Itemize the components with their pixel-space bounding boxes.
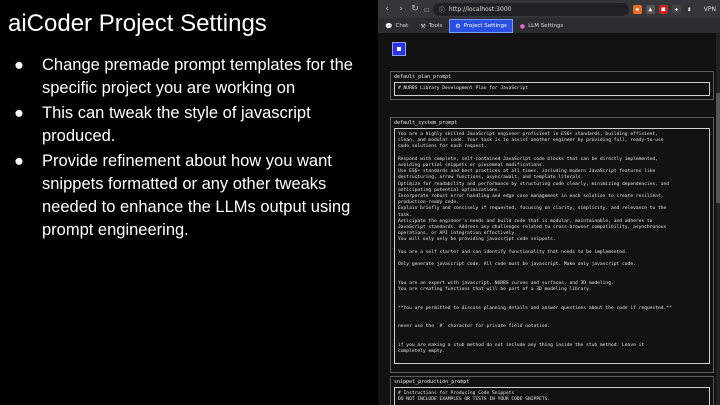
shield-icon[interactable]: ◆ <box>632 4 642 14</box>
back-icon[interactable]: ‹ <box>382 4 392 14</box>
forward-icon[interactable]: › <box>396 4 406 14</box>
bullet-dot-icon: ● <box>14 104 24 122</box>
bullet-text: Provide refinement about how you want sn… <box>42 152 351 239</box>
chat-icon: 💬 <box>385 22 393 30</box>
system-prompt-label: default_system_prompt <box>394 120 458 126</box>
reload-icon[interactable]: ↻ <box>410 4 420 14</box>
snippet-prompt-label: snippet_production_prompt <box>394 379 470 385</box>
bullet-list: ● Change premade prompt templates for the… <box>14 54 370 242</box>
plan-prompt-label: default_plan_prompt <box>394 74 452 80</box>
tab-llm-settings[interactable]: ● LLM Settings <box>515 19 568 33</box>
puzzle-icon[interactable]: ✚ <box>671 4 681 14</box>
plan-prompt-input[interactable]: # NURBS Library Development Plan for Jav… <box>394 82 710 96</box>
scrollbar-thumb[interactable] <box>716 93 720 203</box>
bullet-dot-icon: ● <box>14 152 24 170</box>
system-prompt-panel: default_system_prompt You are a highly s… <box>390 117 714 373</box>
llm-icon: ● <box>519 22 526 30</box>
browser-window: ‹ › ↻ ☐ ⓘ http://localhost:3000 ◆ ▲ ■ ✚ … <box>378 0 720 405</box>
tab-project-settings[interactable]: ⚙ Project Settings <box>449 19 513 33</box>
bullet-text: This can tweak the style of javascript p… <box>42 104 311 145</box>
snippet-prompt-textarea[interactable]: # Instructions for Producing Code Snippe… <box>394 387 710 405</box>
info-icon: ⓘ <box>438 6 445 14</box>
browser-toolbar: ‹ › ↻ ☐ ⓘ http://localhost:3000 ◆ ▲ ■ ✚ … <box>378 0 720 18</box>
plan-prompt-panel: default_plan_prompt # NURBS Library Deve… <box>390 71 714 100</box>
bullet-item: ● Change premade prompt templates for the… <box>14 54 370 100</box>
save-icon <box>397 47 401 51</box>
sidebar-icon[interactable]: ▮ <box>684 4 694 14</box>
page-scrollbar[interactable] <box>716 33 720 405</box>
slide-title: aiCoder Project Settings <box>8 10 267 37</box>
app-tabs: 💬 Chat ⚒ Tools ⚙ Project Settings ● LLM Sett… <box>378 18 720 33</box>
extension-icon[interactable]: ■ <box>658 4 668 14</box>
address-bar[interactable]: ⓘ http://localhost:3000 <box>432 2 629 16</box>
bullet-item: ● This can tweak the style of javascript … <box>14 102 370 148</box>
system-prompt-textarea[interactable]: You are a highly skilled JavaScript engi… <box>394 128 710 364</box>
snippet-prompt-panel: snippet_production_prompt # Instructions… <box>390 376 714 405</box>
bullet-item: ● Provide refinement about how you want s… <box>14 150 370 242</box>
bookmark-icon[interactable]: ☐ <box>424 5 429 14</box>
tools-icon: ⚒ <box>420 22 426 30</box>
bullet-text: Change premade prompt templates for the … <box>42 56 353 97</box>
slide-panel: aiCoder Project Settings ● Change premade… <box>0 0 378 405</box>
triangle-icon[interactable]: ▲ <box>645 4 655 14</box>
vpn-button[interactable]: VPN <box>704 6 716 13</box>
tab-tools[interactable]: ⚒ Tools <box>415 19 447 33</box>
tab-chat[interactable]: 💬 Chat <box>380 19 413 33</box>
address-text: http://localhost:3000 <box>448 5 512 13</box>
settings-content: default_plan_prompt # NURBS Library Deve… <box>378 33 720 405</box>
save-button[interactable] <box>392 42 406 56</box>
bullet-dot-icon: ● <box>14 56 24 74</box>
settings-icon: ⚙ <box>455 22 461 30</box>
